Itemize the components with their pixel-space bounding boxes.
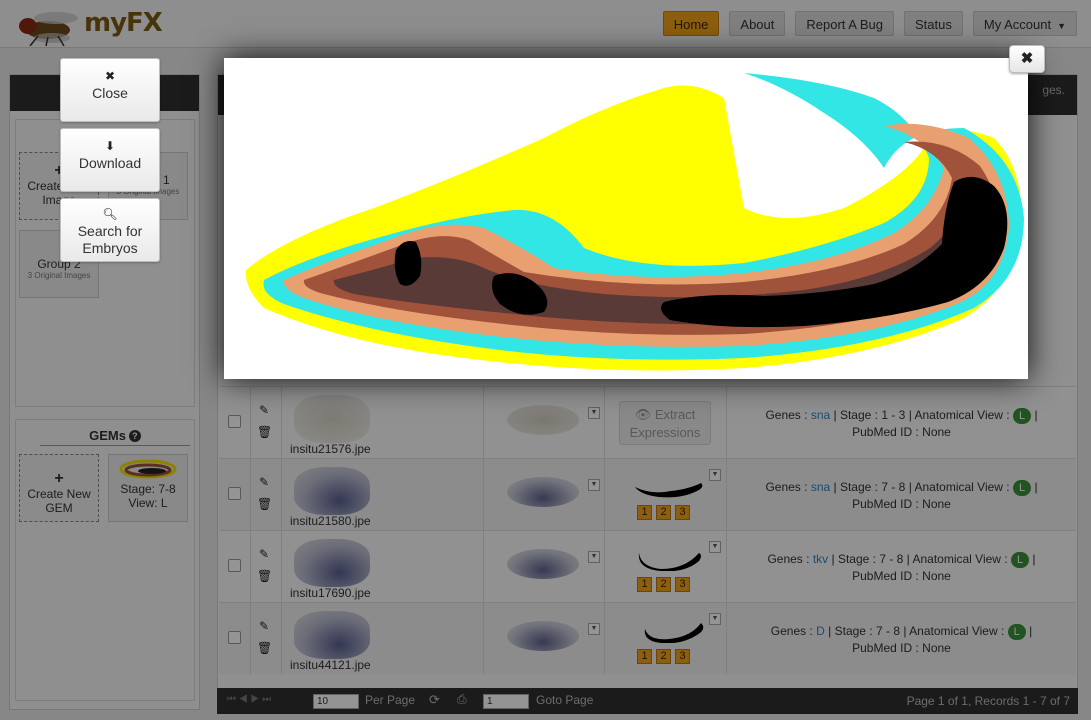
download-button-label: Download bbox=[78, 155, 142, 171]
close-button[interactable]: ✖ Close bbox=[60, 58, 160, 122]
close-icon: ✖ bbox=[104, 69, 116, 83]
modal-close-x-button[interactable]: ✖ bbox=[1009, 45, 1045, 73]
download-icon: ⬇ bbox=[104, 139, 116, 153]
close-button-label: Close bbox=[92, 85, 128, 101]
gem-layer-black-1 bbox=[394, 241, 422, 286]
gem-image-viewer bbox=[224, 58, 1028, 379]
gem-expression-image bbox=[245, 73, 1024, 371]
search-embryos-label: Search for Embryos bbox=[77, 223, 143, 256]
download-button[interactable]: ⬇ Download bbox=[60, 128, 160, 192]
search-embryos-button[interactable]: 🔍︎ Search for Embryos bbox=[60, 198, 160, 262]
search-icon: 🔍︎ bbox=[102, 207, 118, 221]
close-icon: ✖ bbox=[1020, 50, 1034, 67]
